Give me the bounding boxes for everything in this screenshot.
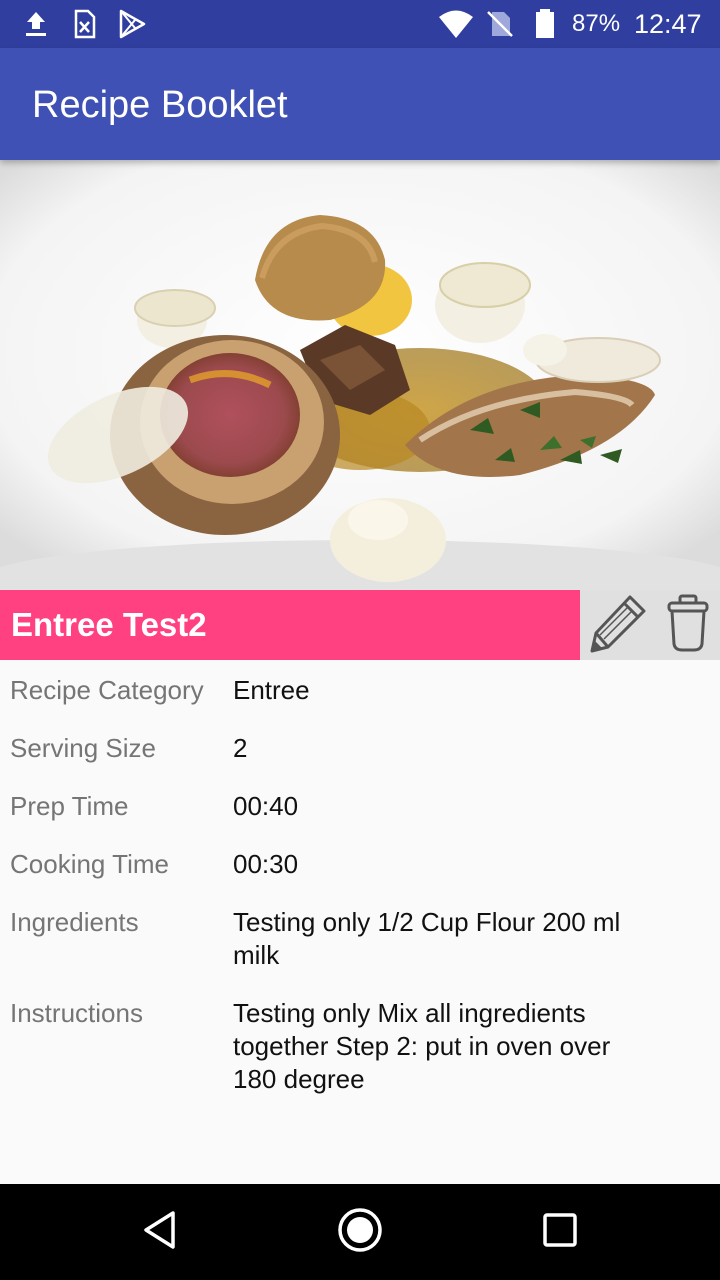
detail-label: Ingredients	[10, 907, 139, 937]
detail-label: Instructions	[10, 998, 143, 1028]
clock: 12:47	[634, 9, 702, 39]
detail-value: 00:40	[233, 791, 299, 821]
navigation-bar	[0, 1184, 720, 1280]
delete-button[interactable]	[655, 590, 720, 660]
detail-label: Prep Time	[10, 791, 129, 821]
detail-value: Testing only Mix all ingredients togethe…	[233, 998, 611, 1094]
detail-value: Testing only 1/2 Cup Flour 200 ml milk	[233, 907, 621, 970]
home-button[interactable]	[324, 1204, 396, 1260]
detail-value: Entree	[233, 675, 310, 705]
recipe-details: Recipe Category Entree Serving Size 2 Pr…	[0, 660, 720, 1184]
detail-value: 2	[233, 733, 248, 763]
back-icon	[140, 1209, 180, 1256]
sim-card-alert-icon	[68, 8, 100, 40]
recipe-title-row: Entree Test2	[0, 590, 720, 660]
recipe-photo	[0, 160, 720, 590]
pencil-icon	[586, 591, 650, 660]
recipe-title: Entree Test2	[11, 606, 207, 643]
back-button[interactable]	[124, 1204, 196, 1260]
app-title: Recipe Booklet	[32, 84, 288, 126]
wifi-icon	[438, 8, 474, 40]
detail-label: Serving Size	[10, 733, 156, 763]
play-store-icon	[116, 8, 148, 40]
edit-button[interactable]	[580, 590, 655, 660]
battery-icon	[532, 8, 558, 40]
detail-value: 00:30	[233, 849, 299, 879]
upload-icon	[20, 8, 52, 40]
home-icon	[337, 1207, 383, 1258]
no-sim-icon	[484, 8, 516, 40]
battery-percentage: 87%	[572, 10, 621, 37]
trash-icon	[666, 594, 710, 657]
recents-button[interactable]	[524, 1204, 596, 1260]
status-bar: 87% 12:47	[0, 0, 720, 48]
recipe-actions	[580, 590, 720, 660]
detail-label: Recipe Category	[10, 675, 204, 705]
detail-label: Cooking Time	[10, 849, 169, 879]
screen: 87% 12:47 Recipe Booklet Entree Test2 Re…	[0, 0, 720, 1280]
recipe-title-bar: Entree Test2	[0, 590, 580, 660]
app-bar: Recipe Booklet	[0, 48, 720, 160]
recents-icon	[542, 1212, 578, 1253]
